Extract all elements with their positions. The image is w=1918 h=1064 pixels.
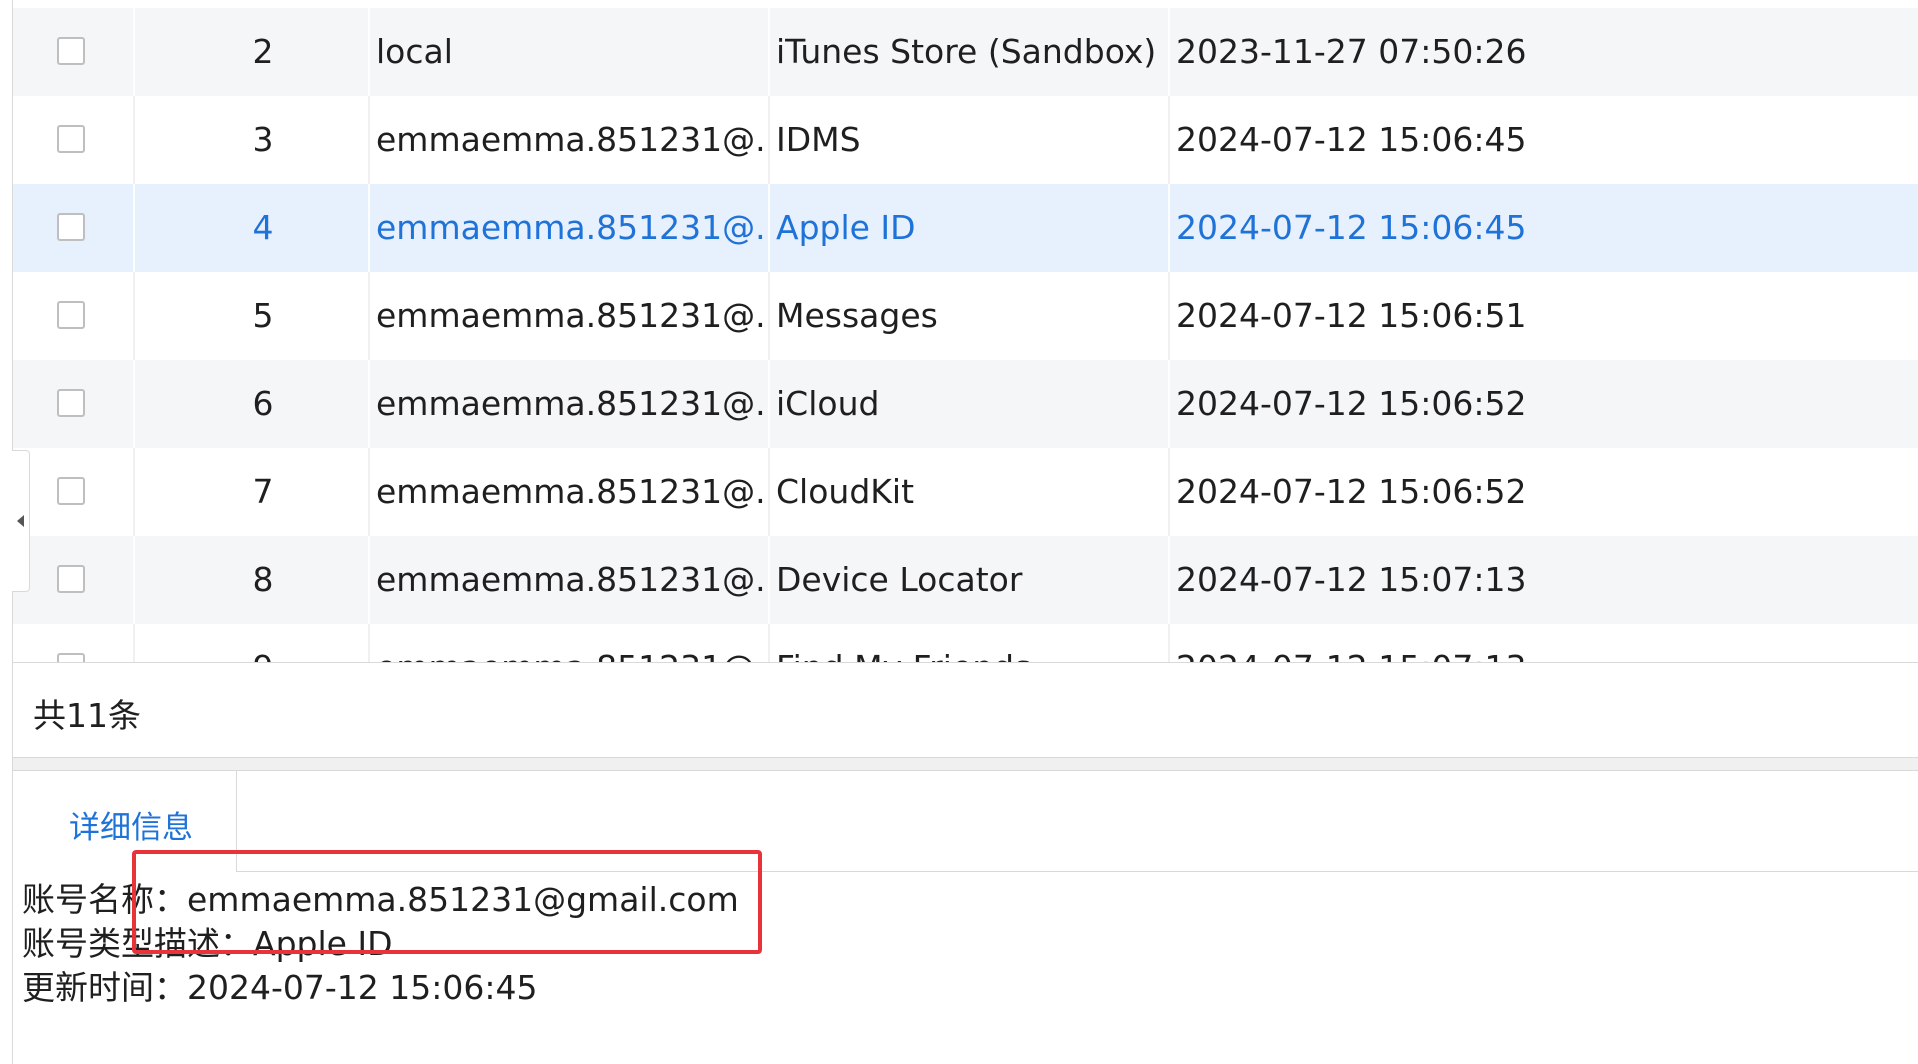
column-separator	[368, 96, 370, 184]
column-separator	[133, 624, 135, 662]
column-separator	[1168, 96, 1170, 184]
row-index: 5	[252, 296, 274, 335]
row-checkbox[interactable]	[57, 213, 85, 241]
column-separator	[133, 184, 135, 272]
row-index: 3	[252, 120, 274, 159]
column-separator	[133, 448, 135, 536]
row-account: emmaemma.851231@...	[376, 624, 766, 662]
column-separator	[1168, 272, 1170, 360]
row-checkbox[interactable]	[57, 301, 85, 329]
panel-splitter[interactable]	[13, 758, 1918, 771]
collapse-panel-handle[interactable]	[12, 450, 30, 592]
row-index: 7	[252, 472, 274, 511]
table-row[interactable]: 9 emmaemma.851231@... Find My Friends 2024-…	[13, 624, 1918, 662]
row-index: 6	[252, 384, 274, 423]
accounts-table: 2 local iTunes Store (Sandbox) 2023-11-27 0…	[13, 0, 1918, 663]
total-count: 共11条	[33, 696, 141, 735]
table-footer: 共11条	[13, 663, 1918, 758]
row-checkbox[interactable]	[57, 389, 85, 417]
row-checkbox[interactable]	[57, 125, 85, 153]
table-row[interactable]: 2 local iTunes Store (Sandbox) 2023-11-27 0…	[13, 8, 1918, 96]
column-separator	[768, 360, 770, 448]
row-account-type: Apple ID	[776, 208, 916, 247]
update-time-value: 2024-07-12 15:06:45	[187, 968, 538, 1007]
column-separator	[133, 96, 135, 184]
row-account: emmaemma.851231@...	[376, 208, 766, 247]
row-account: local	[376, 32, 453, 71]
row-index: 8	[252, 560, 274, 599]
update-time-label: 更新时间：	[22, 968, 187, 1007]
column-separator	[1168, 536, 1170, 624]
row-account: emmaemma.851231@...	[376, 560, 766, 599]
column-separator	[368, 624, 370, 662]
row-update-time: 2024-07-12 15:07:13	[1176, 560, 1527, 599]
annotation-highlight-box	[132, 850, 762, 954]
table-row[interactable]: 7 emmaemma.851231@... CloudKit 2024-07-12 1…	[13, 448, 1918, 536]
column-separator	[133, 536, 135, 624]
column-separator	[368, 184, 370, 272]
row-update-time: 2024-07-12 15:06:52	[1176, 384, 1527, 423]
column-separator	[133, 360, 135, 448]
row-account: emmaemma.851231@...	[376, 296, 766, 335]
row-account-type: iTunes Store (Sandbox)	[776, 32, 1157, 71]
column-separator	[768, 624, 770, 662]
row-account: emmaemma.851231@...	[376, 472, 766, 511]
row-account-type: IDMS	[776, 120, 861, 159]
column-separator	[1168, 624, 1170, 662]
chevron-left-icon	[17, 515, 24, 527]
row-checkbox[interactable]	[57, 477, 85, 505]
row-account: emmaemma.851231@...	[376, 120, 766, 159]
row-account-type: Messages	[776, 296, 938, 335]
row-update-time: 2024-07-12 15:07:13	[1176, 624, 1676, 662]
table-row[interactable]: 6 emmaemma.851231@... iCloud 2024-07-12 15:…	[13, 360, 1918, 448]
row-update-time: 2023-11-27 07:50:26	[1176, 32, 1527, 71]
row-account-type: Find My Friends	[776, 624, 1166, 662]
column-separator	[1168, 448, 1170, 536]
table-row[interactable]: 5 emmaemma.851231@... Messages 2024-07-12 1…	[13, 272, 1918, 360]
column-separator	[368, 8, 370, 96]
column-separator	[768, 96, 770, 184]
table-row[interactable]: 4 emmaemma.851231@... Apple ID 2024-07-12 1…	[13, 184, 1918, 272]
column-separator	[368, 360, 370, 448]
row-update-time: 2024-07-12 15:06:45	[1176, 208, 1527, 247]
column-separator	[368, 536, 370, 624]
column-separator	[1168, 184, 1170, 272]
row-account-type: CloudKit	[776, 472, 915, 511]
column-separator	[768, 272, 770, 360]
row-account-type: iCloud	[776, 384, 880, 423]
column-separator	[1168, 360, 1170, 448]
column-separator	[1168, 8, 1170, 96]
tab-details-label: 详细信息	[69, 810, 193, 846]
column-separator	[768, 448, 770, 536]
table-row[interactable]: 8 emmaemma.851231@... Device Locator 2024-0…	[13, 536, 1918, 624]
detail-update-time: 更新时间：2024-07-12 15:06:45	[22, 966, 739, 1010]
row-checkbox[interactable]	[57, 653, 85, 662]
row-index: 4	[252, 208, 274, 247]
row-update-time: 2024-07-12 15:06:52	[1176, 472, 1527, 511]
row-update-time: 2024-07-12 15:06:45	[1176, 120, 1527, 159]
row-account-type: Device Locator	[776, 560, 1023, 599]
column-separator	[768, 184, 770, 272]
row-index: 9	[223, 624, 303, 662]
column-separator	[768, 536, 770, 624]
column-separator	[133, 8, 135, 96]
column-separator	[368, 448, 370, 536]
table-row[interactable]: 3 emmaemma.851231@... IDMS 2024-07-12 15:06…	[13, 96, 1918, 184]
row-index: 2	[252, 32, 274, 71]
column-separator	[768, 8, 770, 96]
row-checkbox[interactable]	[57, 37, 85, 65]
row-account: emmaemma.851231@...	[376, 384, 766, 423]
column-separator	[133, 272, 135, 360]
column-separator	[368, 272, 370, 360]
row-checkbox[interactable]	[57, 565, 85, 593]
row-update-time: 2024-07-12 15:06:51	[1176, 296, 1527, 335]
